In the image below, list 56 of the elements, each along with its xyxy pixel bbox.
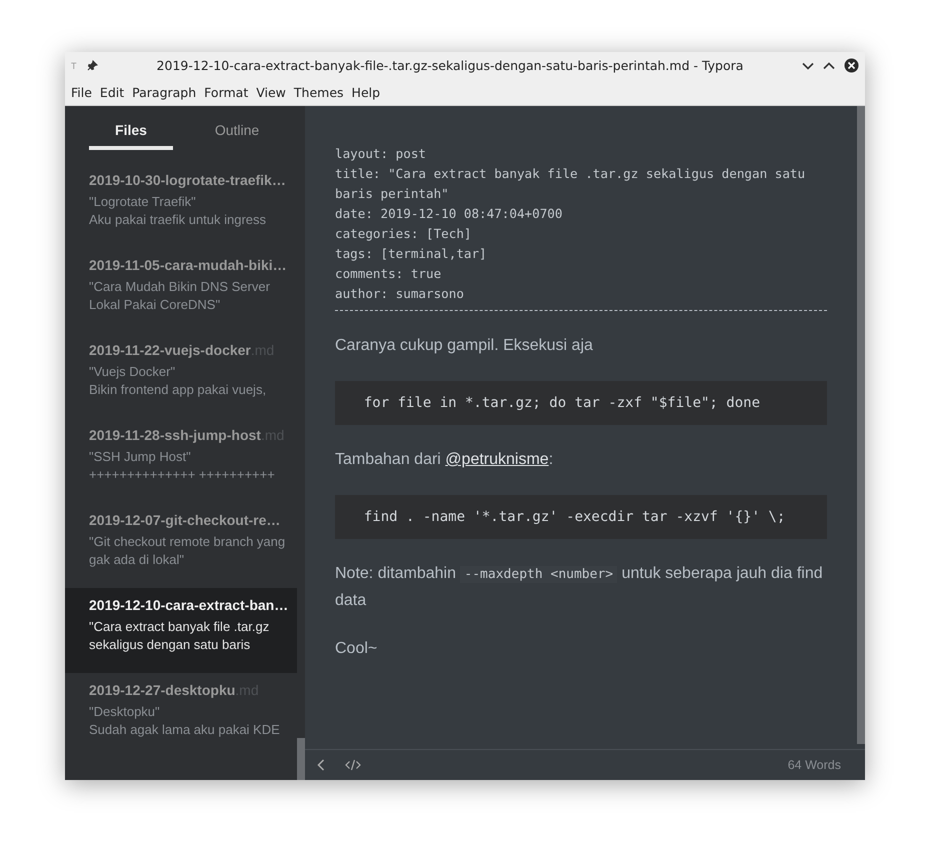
file-excerpt: "Desktopku" [89, 703, 161, 721]
file-excerpt: Bikin frontend app pakai vuejs, [89, 381, 268, 399]
sidebar-tab[interactable]: Outline [195, 116, 279, 150]
paragraph: Caranya cukup gampil. Eksekusi aja [335, 336, 594, 356]
paragraph: Tambahan dari @petruknisme: [335, 450, 554, 470]
file-excerpt: Sudah agak lama aku pakai KDE [89, 721, 281, 739]
front-matter-line: layout: post [335, 145, 427, 163]
file-excerpt: "Vuejs Docker" [89, 363, 176, 381]
file-name: 2019-11-28-ssh-jump-host [89, 427, 261, 443]
close-icon[interactable] [844, 58, 859, 73]
file-excerpt: "Cara extract banyak file .tar.gz sekaligus dengan satu baris [89, 618, 270, 654]
file-name: 2019-11-22-vuejs-docker [89, 342, 251, 358]
paragraph: Note: ditambahin --maxdepth <number> untuk seberapa jauh dia find data [335, 564, 824, 611]
file-name: 2019-12-10-cara-extract-ban… [89, 597, 288, 613]
menu-item[interactable]: Help [348, 84, 384, 100]
file-name: 2019-11-05-cara-mudah-biki… [89, 257, 287, 273]
front-matter-line: author: sumarsono [335, 285, 465, 303]
file-item[interactable]: 2019-11-05-cara-mudah-biki… "Cara Mudah Bikin DNS Server Lokal Pakai CoreDNS" [65, 248, 297, 333]
file-excerpt: Aku pakai traefik untuk ingress [89, 211, 268, 229]
source-code-icon[interactable] [345, 759, 361, 771]
file-excerpt: ++++++++++++++ ++++++++++ [89, 466, 276, 484]
minimize-icon[interactable] [802, 62, 814, 70]
menu-item[interactable]: Format [200, 84, 252, 100]
code-block: for file in *.tar.gz; do tar -zxf "$file"; done [335, 381, 827, 425]
file-excerpt: "Git checkout remote branch yang gak ada di lokal" [89, 533, 286, 569]
front-matter-line: title: "Cara extract banyak file .tar.gz sekaligus dengan satu baris perintah" [335, 165, 806, 203]
code-block: find . -name '*.tar.gz' -execdir tar -xzvf '{}' \; [335, 495, 827, 539]
scrollbar-thumb[interactable] [297, 738, 305, 780]
scrollbar-thumb[interactable] [857, 106, 865, 744]
menu-item[interactable]: Paragraph [128, 84, 200, 100]
front-matter-line: comments: true [335, 265, 442, 283]
pin-icon[interactable] [87, 60, 98, 71]
front-matter-line: tags: [terminal,tar] [335, 245, 488, 263]
file-item[interactable]: 2019-10-30-logrotate-traefik… "Logrotate Traefik" Aku pakai traefik untuk ingress [65, 163, 297, 248]
window-title: 2019-12-10-cara-extract-banyak-file-.tar.gz-sekaligus-dengan-satu-baris-perintah.md - Typora [156, 58, 744, 73]
file-name: 2019-12-07-git-checkout-re… [89, 512, 280, 528]
front-matter-line: categories: [Tech] [335, 225, 472, 243]
maximize-icon[interactable] [823, 62, 835, 70]
menu-item[interactable]: Edit [96, 84, 128, 100]
file-excerpt: "Cara Mudah Bikin DNS Server Lokal Pakai CoreDNS" [89, 278, 271, 314]
file-name: 2019-12-27-desktopku [89, 682, 236, 698]
file-excerpt: "Logrotate Traefik" [89, 193, 197, 211]
paragraph: Cool~ [335, 639, 378, 659]
front-matter-line: date: 2019-12-10 08:47:04+0700 [335, 205, 564, 223]
file-item[interactable]: 2019-12-07-git-checkout-re… "Git checkout remote branch yang gak ada di lokal" [65, 503, 297, 588]
inline-code: --maxdepth <number> [460, 566, 618, 583]
mention-link[interactable]: @petruknisme [445, 451, 549, 468]
chevron-left-icon[interactable] [317, 759, 325, 771]
file-name: 2019-10-30-logrotate-traefik… [89, 172, 286, 188]
menu-item[interactable]: File [67, 84, 96, 100]
menu-item[interactable]: View [252, 84, 290, 100]
menu-item[interactable]: Themes [290, 84, 348, 100]
file-excerpt: "SSH Jump Host" [89, 448, 192, 466]
sidebar-tab[interactable]: Files [89, 116, 173, 150]
app-icon: T [71, 60, 81, 70]
file-item[interactable]: 2019-12-10-cara-extract-ban… "Cara extract banyak file .tar.gz sekaligus dengan satu baris [65, 588, 297, 673]
